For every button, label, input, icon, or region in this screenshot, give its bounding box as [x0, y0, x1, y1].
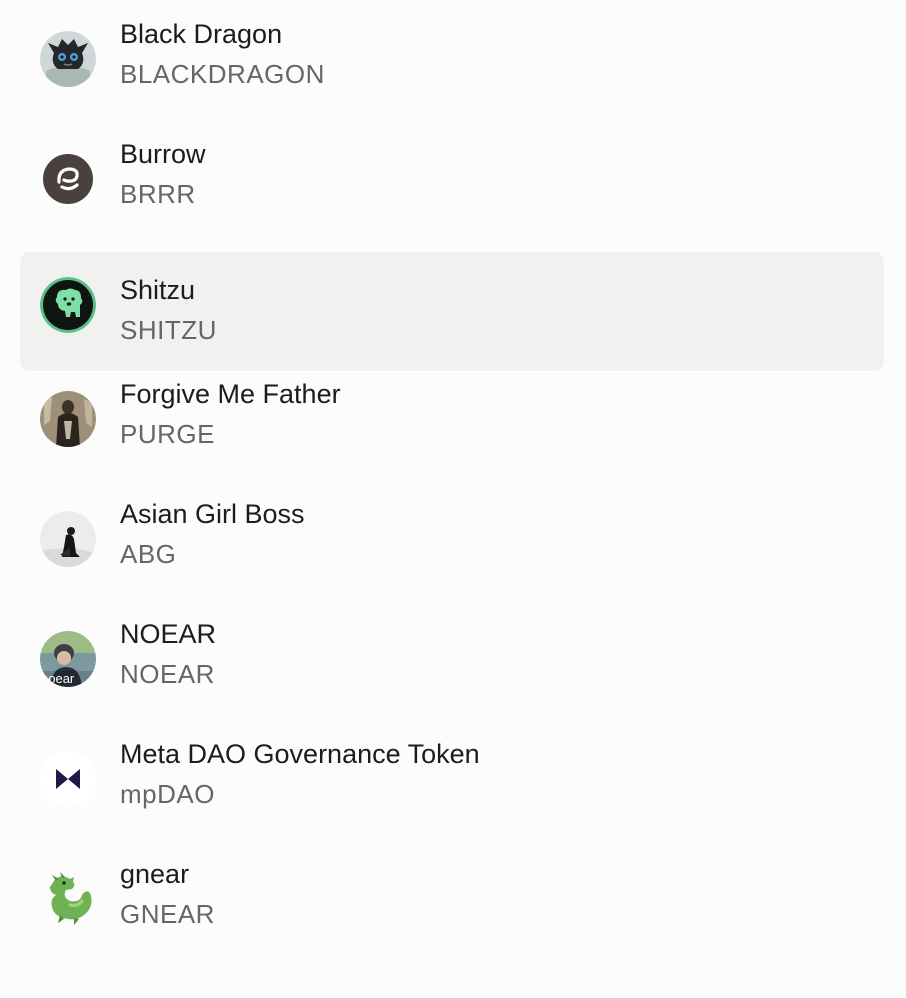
token-symbol: BRRR — [120, 179, 196, 209]
token-symbol: BLACKDRAGON — [120, 59, 325, 89]
black-dragon-icon — [40, 31, 96, 87]
token-symbol: NOEAR — [120, 659, 215, 689]
asian-girl-boss-icon — [40, 511, 96, 567]
token-row-asian-girl-boss[interactable]: Asian Girl Boss ABG — [20, 480, 884, 599]
token-symbol: SHITZU — [120, 315, 217, 345]
token-name: Asian Girl Boss — [120, 499, 305, 529]
token-symbol: ABG — [120, 539, 177, 569]
token-name: Forgive Me Father — [120, 379, 341, 409]
token-row-gnear[interactable]: gnear GNEAR — [20, 840, 884, 959]
token-name: Shitzu — [120, 275, 196, 305]
burrow-icon — [40, 151, 96, 207]
token-list: Black Dragon BLACKDRAGON Burrow BRRR Shi… — [0, 0, 906, 998]
noear-icon-text: noear — [41, 671, 75, 686]
token-name: gnear — [120, 859, 190, 889]
token-name: Black Dragon — [120, 19, 283, 49]
forgive-me-father-icon — [40, 391, 96, 447]
token-row-shitzu[interactable]: Shitzu SHITZU — [20, 252, 884, 371]
token-name: Meta DAO Governance Token — [120, 739, 480, 769]
token-row-forgive-me-father[interactable]: Forgive Me Father PURGE — [20, 360, 884, 479]
token-symbol: mpDAO — [120, 779, 215, 809]
token-row-noear[interactable]: noear NOEAR NOEAR — [20, 600, 884, 719]
token-row-meta-dao[interactable]: Meta DAO Governance Token mpDAO — [20, 720, 884, 839]
meta-dao-icon — [40, 751, 96, 807]
noear-icon: noear — [40, 631, 96, 687]
gnear-icon — [40, 871, 96, 927]
token-row-black-dragon[interactable]: Black Dragon BLACKDRAGON — [20, 0, 884, 119]
token-symbol: PURGE — [120, 419, 215, 449]
token-symbol: GNEAR — [120, 899, 215, 929]
shitzu-icon — [40, 277, 96, 333]
token-name: NOEAR — [120, 619, 217, 649]
token-row-burrow[interactable]: Burrow BRRR — [20, 120, 884, 239]
token-name: Burrow — [120, 139, 206, 169]
